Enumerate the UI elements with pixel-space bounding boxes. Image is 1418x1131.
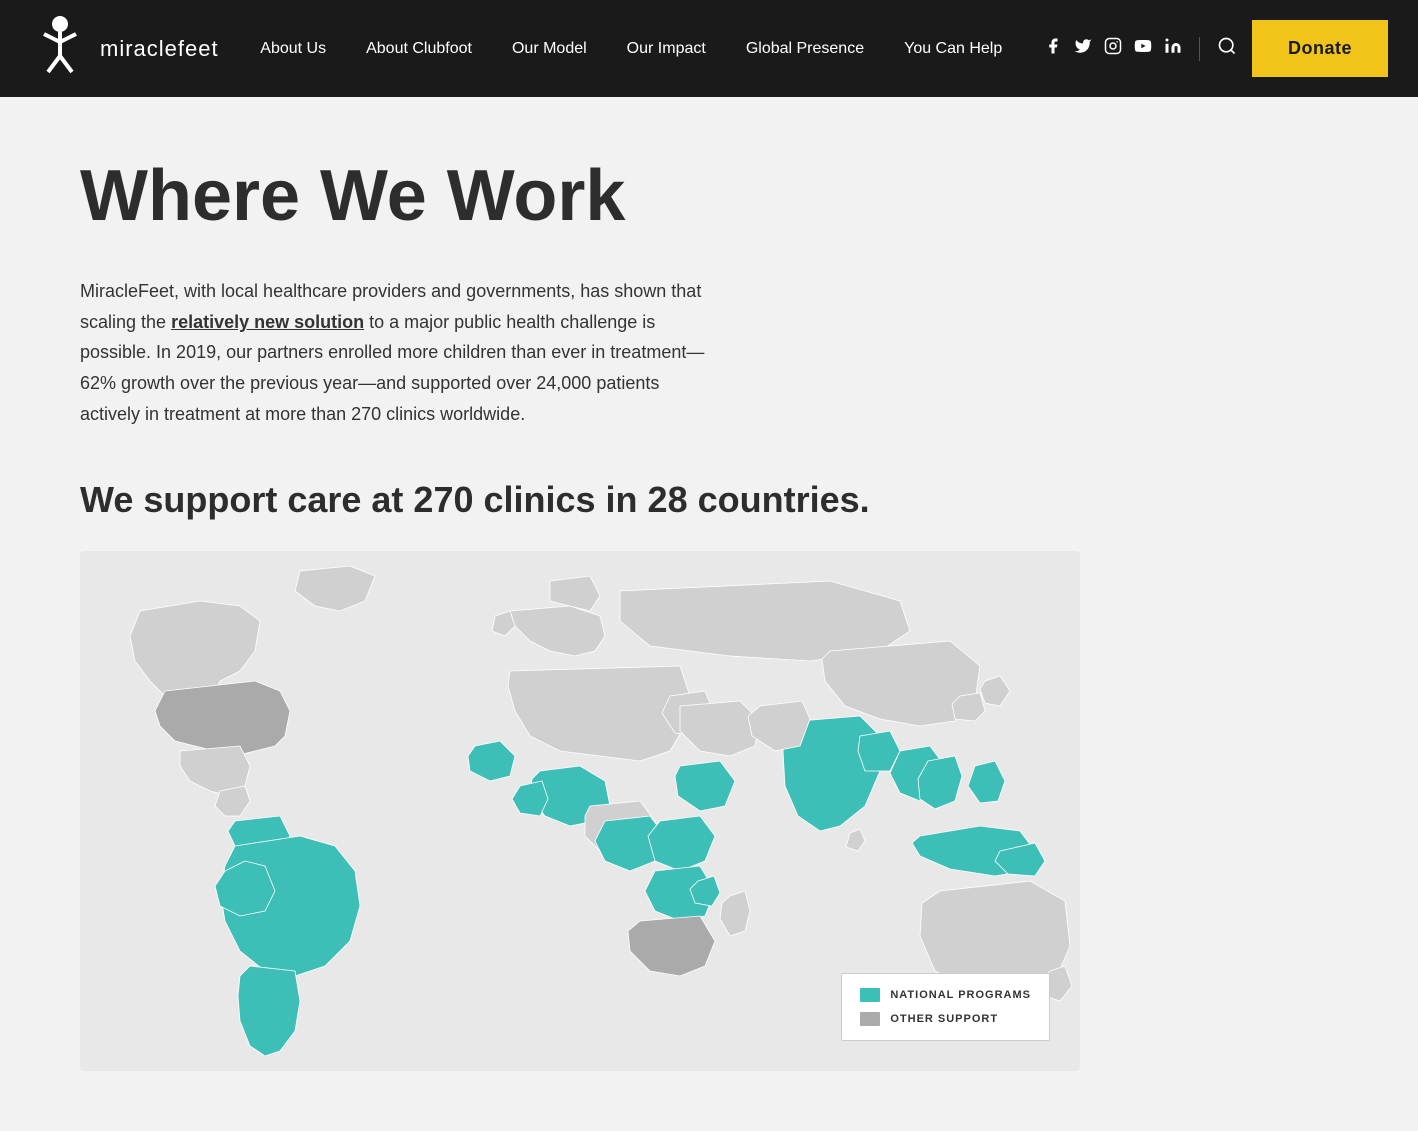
- miraclefeet-logo-icon: [30, 14, 90, 84]
- main-nav: About Us About Clubfoot Our Model Our Im…: [240, 40, 1022, 58]
- social-icons: [1044, 36, 1237, 62]
- clinic-heading: We support care at 270 clinics in 28 cou…: [80, 479, 940, 521]
- linkedin-icon[interactable]: [1164, 37, 1182, 60]
- facebook-icon[interactable]: [1044, 37, 1062, 60]
- nav-divider: [1199, 37, 1200, 61]
- world-map-container: National Programs Other Support: [80, 551, 1080, 1071]
- legend-label-other-support: Other Support: [890, 1013, 998, 1025]
- instagram-icon[interactable]: [1104, 37, 1122, 60]
- nav-item-about-us[interactable]: About Us: [240, 40, 346, 58]
- header-right: Donate: [1044, 20, 1388, 77]
- nav-item-about-clubfoot[interactable]: About Clubfoot: [346, 40, 492, 58]
- donate-button[interactable]: Donate: [1252, 20, 1388, 77]
- logo-text: miraclefeet: [100, 36, 219, 62]
- legend-item-other-support: Other Support: [860, 1012, 1031, 1026]
- search-icon[interactable]: [1217, 36, 1237, 62]
- page-title: Where We Work: [80, 157, 1338, 236]
- nav-item-our-impact[interactable]: Our Impact: [607, 40, 726, 58]
- nav-item-global-presence[interactable]: Global Presence: [726, 40, 884, 58]
- logo-area[interactable]: miraclefeet: [30, 14, 219, 84]
- site-header: miraclefeet About Us About Clubfoot Our …: [0, 0, 1418, 97]
- nav-item-our-model[interactable]: Our Model: [492, 40, 607, 58]
- legend-item-national-programs: National Programs: [860, 988, 1031, 1002]
- legend-label-national-programs: National Programs: [890, 989, 1031, 1001]
- main-content: Where We Work MiracleFeet, with local he…: [0, 97, 1418, 1131]
- youtube-icon[interactable]: [1134, 37, 1152, 60]
- map-legend: National Programs Other Support: [841, 973, 1050, 1041]
- twitter-icon[interactable]: [1074, 37, 1092, 60]
- legend-color-gray: [860, 1012, 880, 1026]
- legend-color-teal: [860, 988, 880, 1002]
- nav-item-you-can-help[interactable]: You Can Help: [884, 40, 1022, 58]
- relatively-new-solution-link[interactable]: relatively new solution: [171, 312, 364, 332]
- intro-paragraph: MiracleFeet, with local healthcare provi…: [80, 276, 720, 429]
